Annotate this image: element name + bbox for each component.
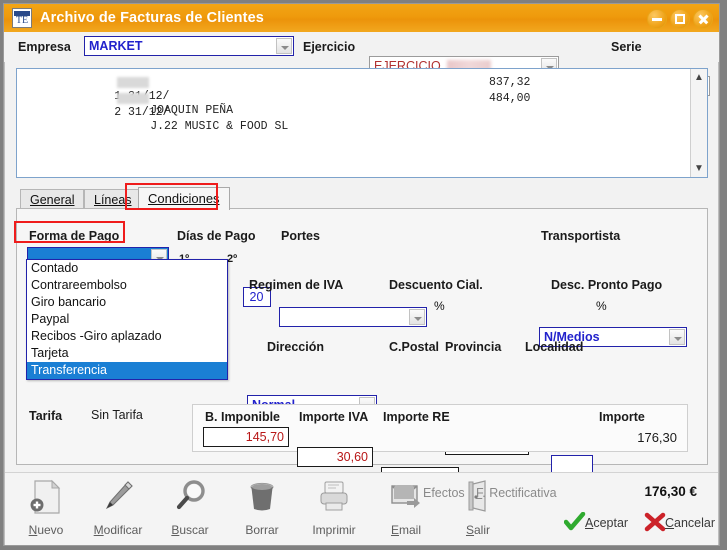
buscar-label: Buscar <box>171 523 209 537</box>
buscar-button[interactable]: Buscar <box>159 477 221 537</box>
row-amount: 837,32 <box>489 76 531 89</box>
tab-condiciones[interactable]: Condiciones <box>138 187 230 210</box>
tarifa-label: Tarifa <box>29 409 63 423</box>
tab-lineas-label: Líneas <box>94 193 132 207</box>
dropdown-item-paypal[interactable]: Paypal <box>27 311 227 328</box>
invoice-list[interactable]: 1 31/12/ JOAQUIN PEÑA 837,32 2 31/12/ J.… <box>16 68 708 178</box>
tab-lineas[interactable]: Líneas <box>84 189 142 209</box>
aceptar-button[interactable]: Aceptar <box>585 516 628 531</box>
dia2-value: 20 <box>249 290 264 304</box>
dias-de-pago-label: Días de Pago <box>177 229 256 243</box>
empresa-combo[interactable]: MARKET <box>84 36 294 56</box>
borrar-button[interactable]: Borrar <box>231 477 293 537</box>
empresa-value: MARKET <box>89 39 143 53</box>
dropdown-item-recibos-giro-aplazado[interactable]: Recibos -Giro aplazado <box>27 328 227 345</box>
serie-label: Serie <box>611 40 642 54</box>
tab-general[interactable]: General <box>20 189 85 209</box>
green-check-icon[interactable] <box>563 511 586 532</box>
modificar-button[interactable]: Modificar <box>87 477 149 537</box>
dropdown-item-giro-bancario[interactable]: Giro bancario <box>27 294 227 311</box>
header-row: Empresa MARKET Ejercicio EJERCICIO Serie… <box>4 32 719 96</box>
borrar-label: Borrar <box>245 523 279 537</box>
title-bar[interactable]: TE Archivo de Facturas de Clientes <box>4 4 719 33</box>
icon-glyph: TE <box>15 15 29 26</box>
b-imponible-input[interactable]: 145,70 <box>203 427 289 447</box>
total-amount: 176,30 € <box>644 484 697 499</box>
chevron-down-icon[interactable] <box>409 309 425 325</box>
dropdown-item-tarjeta[interactable]: Tarjeta <box>27 345 227 362</box>
minimize-icon[interactable] <box>647 9 667 29</box>
tab-condiciones-label: Condiciones <box>148 191 220 206</box>
chevron-down-icon[interactable] <box>276 38 292 54</box>
maximize-icon[interactable] <box>670 9 690 29</box>
list-item[interactable]: 2 31/12/ J.22 MUSIC & FOOD SL 484,00 <box>59 92 530 176</box>
percent-symbol: % <box>596 299 607 313</box>
importe-label: Importe <box>599 410 645 424</box>
pen-edit-icon <box>99 479 137 515</box>
forma-de-pago-dropdown-list[interactable]: Contado Contrareembolso Giro bancario Pa… <box>26 259 228 380</box>
magnifier-icon <box>171 479 209 515</box>
new-document-icon <box>27 479 65 515</box>
nuevo-button[interactable]: Nuevo <box>15 477 77 537</box>
salir-label: Salir <box>465 523 491 537</box>
totals-box: B. Imponible 145,70 Importe IVA 30,60 Im… <box>192 404 688 487</box>
regimen-iva-label: Regimen de IVA <box>249 278 344 292</box>
portes-label: Portes <box>281 229 320 243</box>
bottom-toolbar: Nuevo Modificar Buscar Borrar Imprimir E… <box>5 472 718 545</box>
desc-pronto-pago-label: Desc. Pronto Pago <box>551 278 663 292</box>
nuevo-label: Nuevo <box>28 523 64 537</box>
redacted-year <box>117 93 149 104</box>
provincia-label: Provincia <box>445 340 502 354</box>
dia2-prefix: 2º <box>227 253 238 265</box>
portes-combo[interactable] <box>279 307 427 327</box>
descuento-cial-label: Descuento Cial. <box>389 278 483 292</box>
trash-can-icon <box>243 479 281 515</box>
red-x-icon[interactable] <box>644 512 666 532</box>
invoice-file-icon: TE <box>12 8 32 28</box>
direccion-label: Dirección <box>267 340 324 354</box>
invoice-window: TE Archivo de Facturas de Clientes Empre… <box>3 3 720 546</box>
transportista-label: Transportista <box>541 229 621 243</box>
forma-de-pago-label: Forma de Pago <box>29 229 120 243</box>
cpostal-label: C.Postal <box>389 340 440 354</box>
row-name: J.22 MUSIC & FOOD SL <box>150 120 289 133</box>
list-scrollbar[interactable]: ▲ ▼ <box>690 69 707 177</box>
scroll-down-icon[interactable]: ▼ <box>691 161 707 176</box>
importe-iva-value: 30,60 <box>336 450 368 464</box>
dropdown-item-contrareembolso[interactable]: Contrareembolso <box>27 277 227 294</box>
tab-general-label: General <box>30 193 75 207</box>
importe-iva-label: Importe IVA <box>299 410 369 424</box>
stamp-icon <box>390 481 418 503</box>
dropdown-item-contado[interactable]: Contado <box>27 260 227 277</box>
imprimir-label: Imprimir <box>312 523 356 537</box>
ejercicio-label: Ejercicio <box>303 40 356 54</box>
scroll-up-icon[interactable]: ▲ <box>691 70 707 85</box>
email-label: Email <box>390 523 422 537</box>
imprimir-button[interactable]: Imprimir <box>303 477 365 537</box>
b-imponible-value: 145,70 <box>245 430 284 444</box>
cancelar-button[interactable]: Cancelar <box>665 516 715 531</box>
row-amount: 484,00 <box>489 92 531 105</box>
efectos-label[interactable]: Efectos <box>423 486 465 501</box>
dropdown-item-transferencia[interactable]: Transferencia <box>27 362 227 379</box>
row-date: 31/12/ <box>128 106 170 119</box>
close-icon[interactable] <box>693 9 713 29</box>
printer-icon <box>315 479 353 515</box>
importe-value: 176,30 <box>637 430 677 445</box>
rectificativa-label[interactable]: F. Rectificativa <box>476 486 557 501</box>
modificar-label: Modificar <box>93 523 143 537</box>
sin-tarifa-label: Sin Tarifa <box>91 408 143 422</box>
localidad-label: Localidad <box>525 340 584 354</box>
application-window: TE Archivo de Facturas de Clientes Empre… <box>0 0 727 550</box>
window-title: Archivo de Facturas de Clientes <box>40 10 264 26</box>
empresa-label: Empresa <box>18 40 71 54</box>
importe-iva-input[interactable]: 30,60 <box>297 447 373 467</box>
chevron-down-icon[interactable] <box>669 329 685 345</box>
percent-symbol: % <box>434 299 445 313</box>
window-buttons <box>647 9 713 29</box>
importe-re-label: Importe RE <box>383 410 450 424</box>
b-imponible-label: B. Imponible <box>205 410 280 424</box>
tab-strip: General Líneas Condiciones <box>16 187 708 210</box>
redacted-year <box>117 77 149 88</box>
